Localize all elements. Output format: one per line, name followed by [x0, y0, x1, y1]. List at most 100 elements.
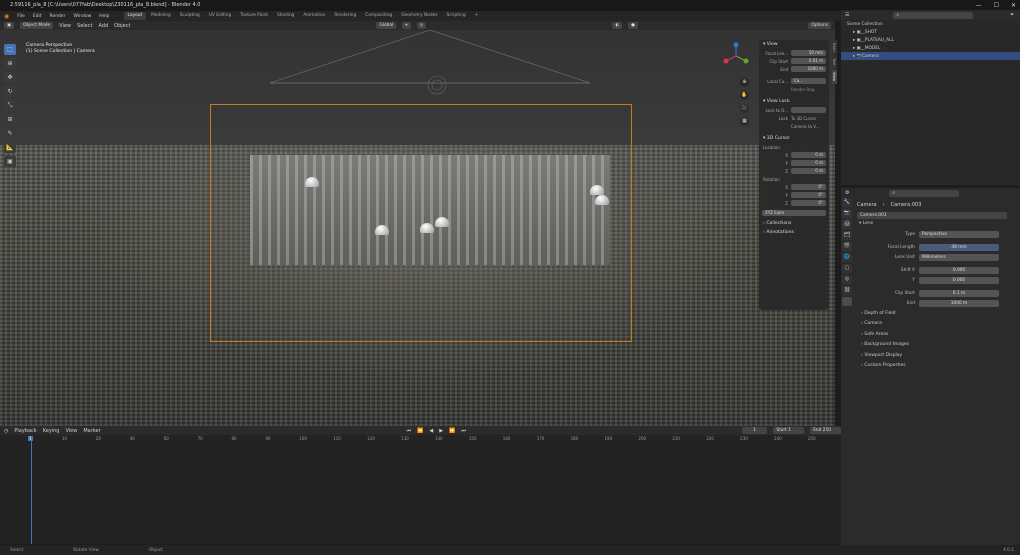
cursor-location-y[interactable]: 0 m	[791, 160, 826, 166]
annotate-tool-icon[interactable]: ✎	[4, 128, 16, 139]
properties-search-input[interactable]: ⌕	[889, 189, 960, 197]
camera-datablock-field[interactable]: Camera.003	[857, 212, 1007, 219]
scale-tool-icon[interactable]: ⤡	[4, 100, 16, 111]
rotation-mode-dropdown[interactable]: XYZ Euler	[762, 210, 826, 216]
3d-cursor-header[interactable]: ▾ 3D Cursor	[759, 134, 829, 143]
object-icon[interactable]: ▢	[842, 264, 852, 273]
render-region-checkbox[interactable]: Render Reg...	[791, 87, 818, 92]
tab-layout[interactable]: Layout	[123, 12, 147, 20]
zoom-icon[interactable]: ⊕	[740, 78, 749, 87]
focal-length-field[interactable]: 50 mm	[791, 50, 826, 56]
timeline-area[interactable]	[0, 444, 841, 544]
camera-panel[interactable]: › Camera	[841, 319, 1020, 330]
view-panel-header[interactable]: ▾ View	[759, 40, 829, 49]
background-images-panel[interactable]: › Background Images	[841, 340, 1020, 351]
tab-rendering[interactable]: Rendering	[330, 12, 360, 20]
viewport-display-panel[interactable]: › Viewport Display	[841, 351, 1020, 362]
tab-animation[interactable]: Animation	[299, 12, 329, 20]
tab-view[interactable]: View	[832, 70, 837, 84]
lens-unit-dropdown[interactable]: Millimeters	[919, 254, 999, 261]
safe-areas-panel[interactable]: › Safe Areas	[841, 330, 1020, 341]
menu-view[interactable]: View	[59, 23, 71, 29]
cursor-location-z[interactable]: 0 m	[791, 168, 826, 174]
playhead[interactable]	[31, 437, 32, 544]
outliner-search-input[interactable]: ⌕	[893, 11, 974, 19]
shift-x-input[interactable]: 0.000	[919, 267, 999, 274]
overlays-button[interactable]: ◐	[612, 22, 623, 29]
lock-3d-cursor-checkbox[interactable]: To 3D Cursor	[791, 116, 817, 121]
menu-add[interactable]: Add	[98, 23, 108, 29]
cursor-tool-icon[interactable]: ⊕	[4, 58, 16, 69]
tab-sculpting[interactable]: Sculpting	[176, 12, 204, 20]
depth-of-field-panel[interactable]: › Depth of Field	[841, 309, 1020, 320]
tab-uv-editing[interactable]: UV Editing	[205, 12, 235, 20]
tab-shading[interactable]: Shading	[273, 12, 298, 20]
cursor-location-x[interactable]: 0 m	[791, 152, 826, 158]
object-mode-dropdown[interactable]: Object Mode	[20, 22, 54, 29]
clip-start-input[interactable]: 0.1 m	[919, 290, 999, 297]
current-frame-field[interactable]: 1	[741, 427, 768, 434]
lens-type-dropdown[interactable]: Perspective	[919, 231, 999, 238]
cursor-rotation-z[interactable]: 0°	[791, 200, 826, 206]
lock-object-field[interactable]	[791, 107, 826, 113]
tab-item[interactable]: Item	[832, 40, 837, 54]
custom-properties-panel[interactable]: › Custom Properties	[841, 361, 1020, 372]
menu-render[interactable]: Render	[50, 14, 66, 19]
render-icon[interactable]: 📷	[842, 209, 852, 218]
3d-viewport[interactable]: Camera Perspective (1) Scene Collection …	[0, 30, 835, 426]
tab-texture-paint[interactable]: Texture Paint	[236, 12, 272, 20]
constraints-icon[interactable]: ⛓	[842, 286, 852, 295]
menu-help[interactable]: Help	[99, 14, 109, 19]
menu-object[interactable]: Object	[114, 23, 130, 29]
shading-solid-button[interactable]: ●	[628, 22, 638, 29]
measure-tool-icon[interactable]: 📐	[4, 142, 16, 153]
properties-editor-icon[interactable]: ⚙	[845, 190, 849, 196]
play-icon[interactable]: ▶	[439, 428, 443, 434]
clip-start-field[interactable]: 0.01 m	[791, 58, 826, 64]
cursor-rotation-y[interactable]: 0°	[791, 192, 826, 198]
lens-panel-header[interactable]: ▾ Lens	[841, 219, 1020, 230]
menu-playback[interactable]: Playback	[14, 428, 36, 434]
outliner-item-camera[interactable]: ▸ 📷 Camera	[841, 52, 1020, 60]
local-camera-field[interactable]: Ca...	[791, 78, 826, 84]
camera-data-icon[interactable]: 🎥	[842, 297, 852, 306]
shift-y-input[interactable]: 0.000	[919, 277, 999, 284]
prev-key-icon[interactable]: ⏪	[417, 428, 423, 434]
focal-length-input[interactable]: 48 mm	[919, 244, 999, 251]
end-frame-field[interactable]: End 250	[810, 427, 841, 434]
camera-to-view-checkbox[interactable]: Camera to V...	[791, 124, 819, 129]
menu-select[interactable]: Select	[77, 23, 92, 29]
tab-tool[interactable]: Tool	[832, 55, 837, 69]
outliner-editor-icon[interactable]: ☰	[845, 12, 849, 18]
output-icon[interactable]: 🖨	[842, 220, 852, 229]
tool-settings-icon[interactable]: 🔧	[842, 198, 852, 207]
tab-modeling[interactable]: Modeling	[147, 12, 175, 20]
timeline-ruler[interactable]: 1102040607080901001101201301401501601701…	[0, 435, 841, 444]
editor-type-button[interactable]: ▣	[4, 22, 15, 29]
timeline-editor-icon[interactable]: ◷	[4, 428, 8, 434]
menu-timeline-view[interactable]: View	[65, 428, 77, 434]
cursor-rotation-x[interactable]: 0°	[791, 184, 826, 190]
menu-edit[interactable]: Edit	[33, 14, 42, 19]
options-dropdown[interactable]: Options	[808, 22, 831, 29]
camera-view-icon[interactable]: 🎥	[740, 104, 749, 113]
clip-end-field[interactable]: 1000 m	[791, 66, 826, 72]
outliner-item-model[interactable]: ▸ ▣ __MODEL	[841, 44, 1020, 52]
tab-scripting[interactable]: Scripting	[442, 12, 469, 20]
blender-logo-icon[interactable]: ◉	[4, 13, 9, 20]
tab-geometry-nodes[interactable]: Geometry Nodes	[397, 12, 441, 20]
menu-marker[interactable]: Marker	[83, 428, 100, 434]
select-tool-icon[interactable]: ⬚	[4, 44, 16, 55]
snap-button[interactable]: ⌖	[402, 22, 411, 29]
next-key-icon[interactable]: ⏩	[449, 428, 455, 434]
menu-window[interactable]: Window	[74, 14, 92, 19]
add-cube-tool-icon[interactable]: ▣	[4, 156, 16, 167]
jump-end-icon[interactable]: ⏭	[461, 428, 466, 434]
navigation-gizmo[interactable]	[722, 42, 750, 70]
start-frame-field[interactable]: Start 1	[773, 427, 805, 434]
jump-start-icon[interactable]: ⏮	[407, 428, 412, 434]
world-icon[interactable]: 🌐	[842, 253, 852, 262]
perspective-grid-icon[interactable]: ▦	[740, 117, 749, 126]
rotate-tool-icon[interactable]: ↻	[4, 86, 16, 97]
menu-file[interactable]: File	[17, 14, 25, 19]
